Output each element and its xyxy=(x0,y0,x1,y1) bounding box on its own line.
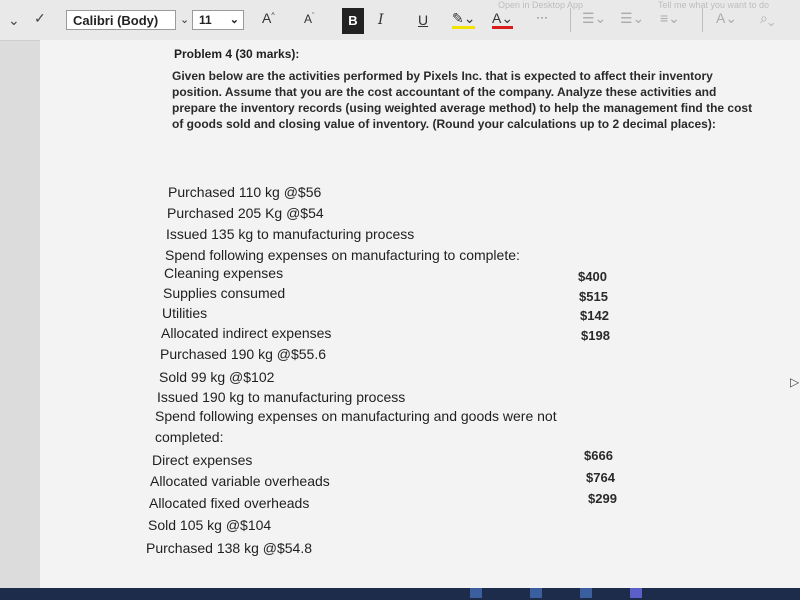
taskbar-app-icon[interactable] xyxy=(580,588,592,598)
list-item: Issued 190 kg to manufacturing process xyxy=(157,389,406,405)
expense-amount: $142 xyxy=(580,308,609,323)
font-color-icon[interactable]: A⌄ xyxy=(492,10,514,29)
os-taskbar xyxy=(0,588,800,600)
expense-amount: $764 xyxy=(586,470,615,485)
font-name-select[interactable]: Calibri (Body) xyxy=(66,10,176,30)
list-item: Spend following expenses on manufacturin… xyxy=(165,247,520,263)
ribbon-toolbar: Open in Desktop App Tell me what you wan… xyxy=(0,0,800,41)
expense-amount: $198 xyxy=(581,328,610,343)
grow-font-label: A xyxy=(262,10,272,26)
font-name-caret-icon[interactable]: ⌄ xyxy=(180,13,189,26)
expense-amount: $515 xyxy=(579,289,608,304)
list-item: Utilities xyxy=(162,305,208,321)
taskbar-app-icon[interactable] xyxy=(470,588,482,598)
toolbar-divider xyxy=(702,8,703,32)
tell-me-search[interactable]: Tell me what you want to do xyxy=(658,0,769,10)
list-item: Issued 135 kg to manufacturing process xyxy=(166,226,415,242)
format-painter-icon[interactable]: ✓ xyxy=(34,11,46,25)
list-item: Spend following expenses on manufacturin… xyxy=(155,408,557,445)
numbered-list-icon[interactable]: ☰⌄ xyxy=(620,10,644,27)
font-name-value: Calibri (Body) xyxy=(73,13,159,28)
list-item: Allocated fixed overheads xyxy=(149,495,310,511)
bullet-list-icon[interactable]: ☰⌄ xyxy=(582,10,606,27)
list-item: Allocated indirect expenses xyxy=(161,325,332,341)
highlighter-icon[interactable]: ✎⌄ xyxy=(452,10,476,29)
chevron-down-icon[interactable]: ⌄ xyxy=(8,13,20,27)
align-icon[interactable]: ≡⌄ xyxy=(660,10,680,27)
italic-button[interactable]: I xyxy=(378,12,384,28)
activities-list: Purchased 110 kg @$56 Purchased 205 Kg @… xyxy=(40,40,800,588)
styles-icon[interactable]: A⌄ xyxy=(716,10,737,27)
find-icon[interactable]: ⌕⌄ xyxy=(760,10,774,27)
list-item: Purchased 110 kg @$56 xyxy=(168,184,322,200)
expense-amount: $666 xyxy=(584,448,613,463)
list-item: Sold 105 kg @$104 xyxy=(148,517,272,533)
shrink-font-label: A xyxy=(304,12,313,26)
chevron-down-icon: ⌄ xyxy=(229,14,239,26)
list-item: Direct expenses xyxy=(152,452,253,468)
taskbar-app-icon[interactable] xyxy=(530,588,542,598)
underline-button[interactable]: U xyxy=(418,12,428,28)
font-size-select[interactable]: 11 ⌄ xyxy=(192,10,244,30)
expense-amount: $400 xyxy=(578,269,607,284)
expense-amount: $299 xyxy=(588,491,617,506)
list-item: Purchased 190 kg @$55.6 xyxy=(160,346,326,362)
font-size-value: 11 xyxy=(199,13,212,27)
more-options-icon[interactable]: ··· xyxy=(536,10,548,24)
toolbar-divider xyxy=(570,8,571,32)
teams-icon[interactable] xyxy=(630,588,642,598)
mouse-cursor-icon: ▷ xyxy=(790,375,800,389)
list-item: Supplies consumed xyxy=(163,285,286,301)
list-item: Purchased 205 Kg @$54 xyxy=(167,205,324,221)
list-item: Allocated variable overheads xyxy=(150,473,330,489)
shrink-font-button[interactable]: Aˇ xyxy=(304,12,314,26)
bold-button[interactable]: B xyxy=(342,8,364,34)
list-item: Purchased 138 kg @$54.8 xyxy=(146,540,312,556)
document-page[interactable]: Problem 4 (30 marks): Given below are th… xyxy=(40,40,800,588)
grow-font-button[interactable]: A^ xyxy=(262,10,275,26)
list-item: Sold 99 kg @$102 xyxy=(159,369,275,385)
list-item: Cleaning expenses xyxy=(164,265,284,281)
